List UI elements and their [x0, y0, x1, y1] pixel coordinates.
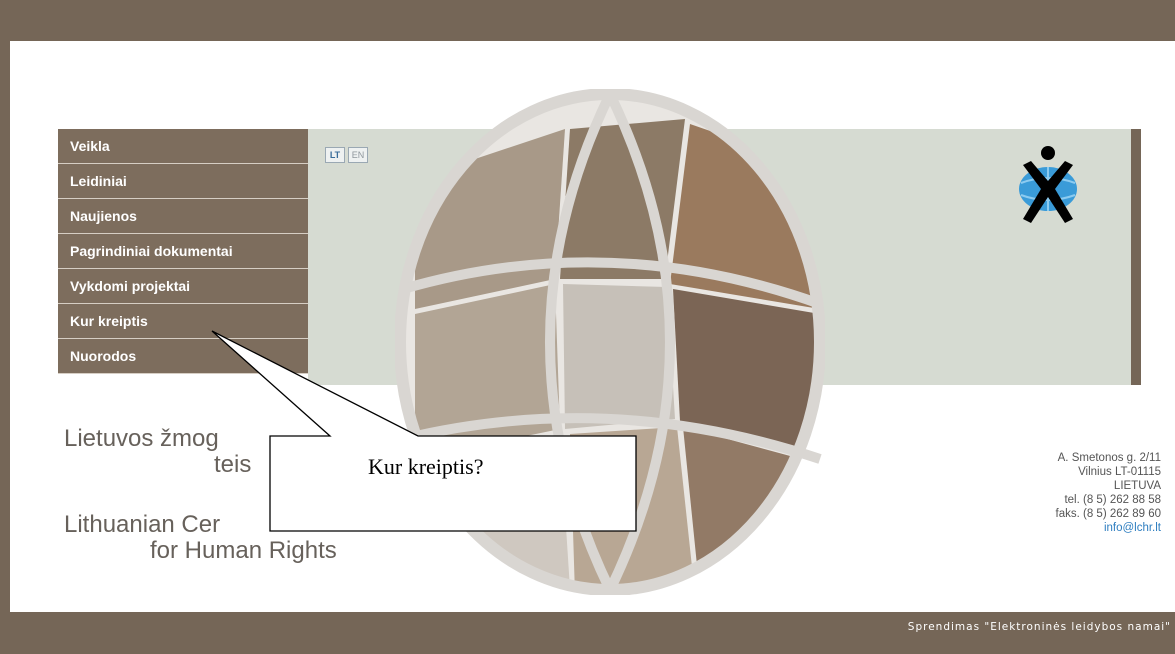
menu-item-nuorodos[interactable]: Nuorodos	[58, 339, 308, 374]
menu-item-leidiniai[interactable]: Leidiniai	[58, 164, 308, 199]
address-country: LIETUVA	[1113, 480, 1161, 492]
menu-item-pagrindiniai-dokumentai[interactable]: Pagrindiniai dokumentai	[58, 234, 308, 269]
footer-bar: Sprendimas "Elektroninės leidybos namai"	[0, 612, 1175, 654]
org-name-en-line1: Lithuanian Cer	[64, 511, 221, 538]
contact-fax: faks. (8 5) 262 89 60	[1055, 508, 1161, 520]
address-city: Vilnius LT-01115	[1078, 466, 1161, 478]
menu-item-naujienos[interactable]: Naujienos	[58, 199, 308, 234]
menu-item-veikla[interactable]: Veikla	[58, 129, 308, 164]
contact-address: A. Smetonos g. 2/11 Vilnius LT-01115 LIE…	[1056, 451, 1161, 535]
human-figure-globe-logo[interactable]	[1015, 133, 1081, 228]
banner-edge	[1131, 129, 1141, 385]
main-menu: Veikla Leidiniai Naujienos Pagrindiniai …	[58, 129, 308, 374]
language-en-button[interactable]: EN	[348, 147, 368, 163]
menu-item-vykdomi-projektai[interactable]: Vykdomi projektai	[58, 269, 308, 304]
callout-text: Kur kreiptis?	[368, 454, 484, 479]
contact-email-link[interactable]: info@lchr.lt	[1104, 522, 1161, 534]
org-name-en-line2: for Human Rights	[150, 537, 337, 564]
menu-item-kur-kreiptis[interactable]: Kur kreiptis	[58, 304, 308, 339]
org-name-lt-line2: teis	[214, 451, 252, 478]
page-content: Veikla Leidiniai Naujienos Pagrindiniai …	[10, 41, 1175, 612]
footer-credit: Sprendimas "Elektroninės leidybos namai"	[907, 621, 1171, 633]
contact-phone: tel. (8 5) 262 88 58	[1064, 494, 1161, 506]
language-lt-button[interactable]: LT	[325, 147, 345, 163]
address-street: A. Smetonos g. 2/11	[1057, 452, 1161, 464]
globe-photo-collage	[395, 89, 825, 595]
language-switcher: LT EN	[325, 147, 368, 163]
org-name-lt-line1: Lietuvos žmog	[64, 425, 219, 452]
